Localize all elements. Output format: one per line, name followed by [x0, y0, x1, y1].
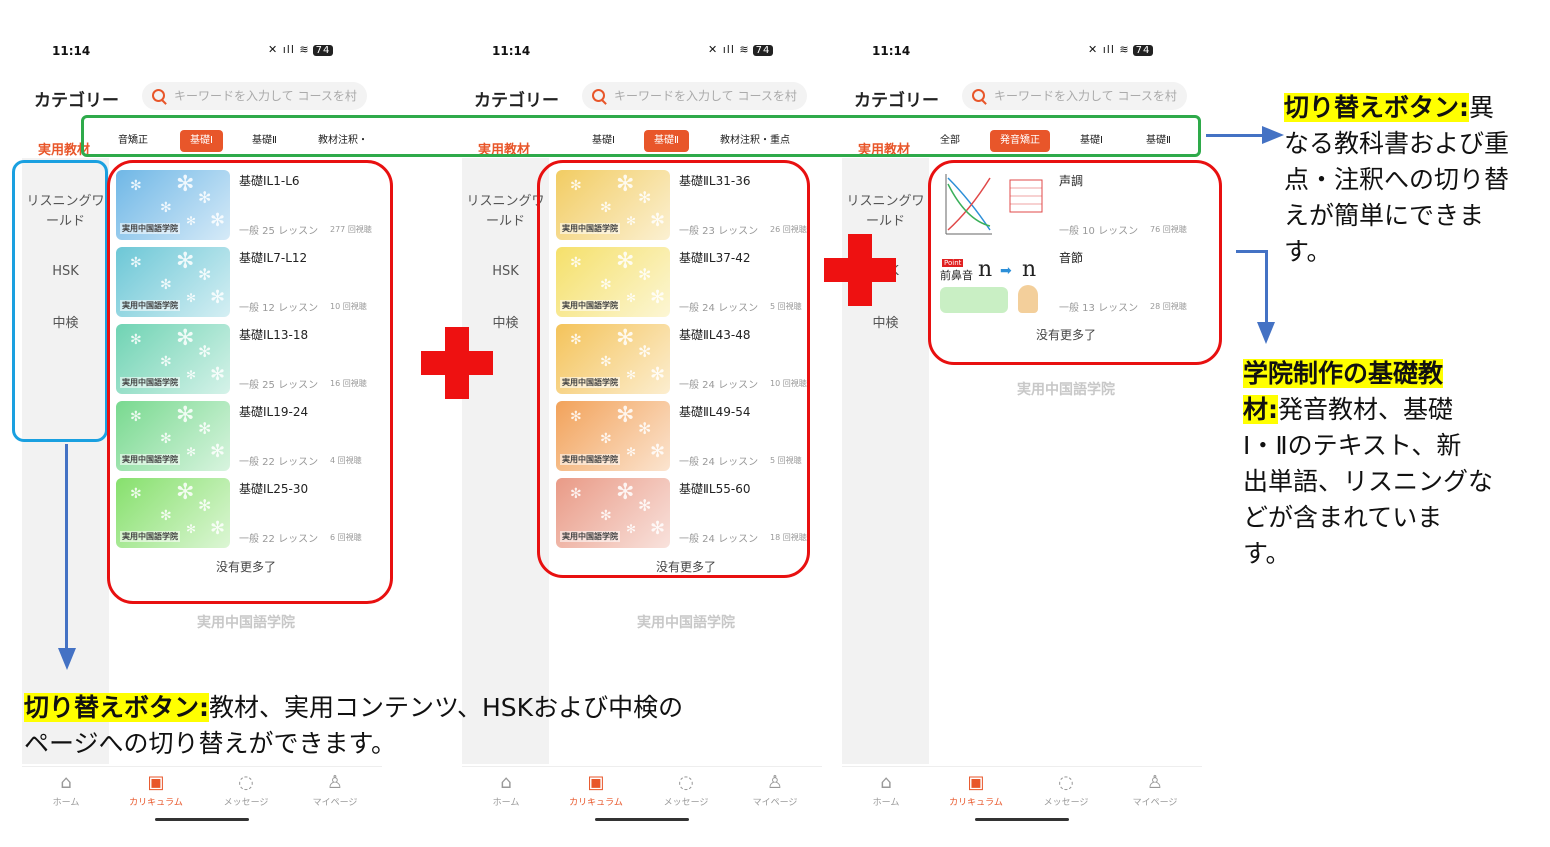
nav-curriculum[interactable]: ▣ カリキュラム	[941, 771, 1011, 808]
user-icon: ♙	[326, 772, 344, 793]
home-indicator	[595, 818, 689, 821]
sidebar: リスニングワールド HSK 中検	[462, 158, 549, 764]
sidebar-highlight-frame	[12, 160, 108, 442]
list-highlight-frame-3	[928, 160, 1222, 365]
home-icon: ⌂	[60, 772, 72, 793]
nav-mypage[interactable]: ♙ マイページ	[1120, 771, 1190, 808]
calendar-icon: ▣	[587, 772, 605, 793]
home-icon: ⌂	[880, 772, 892, 793]
battery-icon: 74	[312, 45, 334, 56]
annotation-tabs: 切り替えボタン:異 なる教科書および重 点・注釈への切り替 えが簡単にできま す…	[1284, 93, 1510, 266]
nav-home[interactable]: ⌂ ホーム	[471, 771, 541, 808]
status-time: 11:14	[872, 44, 911, 58]
arrow-right-tabs	[1206, 134, 1266, 137]
nav-home[interactable]: ⌂ ホーム	[851, 771, 921, 808]
search-input[interactable]: キーワードを入力して コースを村	[962, 82, 1187, 110]
battery-icon: 74	[1132, 45, 1154, 56]
nav-curriculum[interactable]: ▣ カリキュラム	[561, 771, 631, 808]
brand-logo: 実用中国語学院	[197, 615, 295, 631]
nav-mypage[interactable]: ♙ マイページ	[300, 771, 370, 808]
chat-icon: ◌	[238, 772, 254, 793]
annotation-highlight: 学院制作の基礎教	[1243, 359, 1444, 388]
user-icon: ♙	[766, 772, 784, 793]
annotation-highlight: 材:	[1243, 395, 1278, 424]
category-title: カテゴリー	[34, 91, 119, 111]
chat-icon: ◌	[1058, 772, 1074, 793]
search-icon	[972, 89, 985, 102]
category-title: カテゴリー	[474, 91, 559, 111]
arrow-head-icon	[1262, 126, 1284, 144]
battery-icon: 74	[752, 45, 774, 56]
calendar-icon: ▣	[967, 772, 985, 793]
arrow-elbow-v	[1265, 250, 1268, 326]
annotation-sidebar: 切り替えボタン:教材、実用コンテンツ、HSKおよび中検の ページへの切り替えがで…	[24, 693, 684, 758]
search-icon	[152, 89, 165, 102]
status-time: 11:14	[52, 44, 91, 58]
arrow-down-left	[65, 444, 68, 654]
home-indicator	[975, 818, 1069, 821]
home-icon: ⌂	[500, 772, 512, 793]
status-icons: ✕ ıll ≋ 74	[708, 43, 774, 56]
search-input[interactable]: キーワードを入力して コースを村	[582, 82, 807, 110]
home-indicator	[155, 818, 249, 821]
brand-logo: 実用中国語学院	[1017, 382, 1115, 398]
status-time: 11:14	[492, 44, 531, 58]
sidebar-item-listening[interactable]: リスニングワ ールド	[462, 192, 549, 232]
calendar-icon: ▣	[147, 772, 165, 793]
tabs-highlight-frame	[81, 115, 1201, 157]
status-icons: ✕ ıll ≋ 74	[268, 43, 334, 56]
nav-home[interactable]: ⌂ ホーム	[31, 771, 101, 808]
arrow-head-icon	[1257, 322, 1275, 344]
nav-message[interactable]: ◌ メッセージ	[211, 771, 281, 808]
sidebar-item-hsk[interactable]: HSK	[462, 262, 549, 282]
status-icons: ✕ ıll ≋ 74	[1088, 43, 1154, 56]
sidebar-item-listening[interactable]: リスニングワ ールド	[842, 192, 929, 232]
search-icon	[592, 89, 605, 102]
nav-curriculum[interactable]: ▣ カリキュラム	[121, 771, 191, 808]
annotation-highlight: 切り替えボタン:	[24, 693, 209, 722]
arrow-head-icon	[58, 648, 76, 670]
sidebar-item-zhongjian[interactable]: 中検	[842, 314, 929, 334]
annotation-highlight: 切り替えボタン:	[1284, 93, 1469, 122]
brand-logo: 実用中国語学院	[637, 615, 735, 631]
plus-sign-1	[421, 327, 493, 399]
user-icon: ♙	[1146, 772, 1164, 793]
chat-icon: ◌	[678, 772, 694, 793]
arrow-elbow-h	[1236, 250, 1268, 253]
nav-message[interactable]: ◌ メッセージ	[1031, 771, 1101, 808]
annotation-courses: 学院制作の基礎教 材:発音教材、基礎 Ⅰ・Ⅱのテキスト、新 出単語、リスニングな…	[1243, 359, 1494, 568]
search-input[interactable]: キーワードを入力して コースを村	[142, 82, 367, 110]
plus-sign-2	[824, 234, 896, 306]
nav-message[interactable]: ◌ メッセージ	[651, 771, 721, 808]
list-highlight-frame-1	[107, 160, 393, 604]
category-title: カテゴリー	[854, 91, 939, 111]
nav-mypage[interactable]: ♙ マイページ	[740, 771, 810, 808]
list-highlight-frame-2	[537, 160, 810, 578]
